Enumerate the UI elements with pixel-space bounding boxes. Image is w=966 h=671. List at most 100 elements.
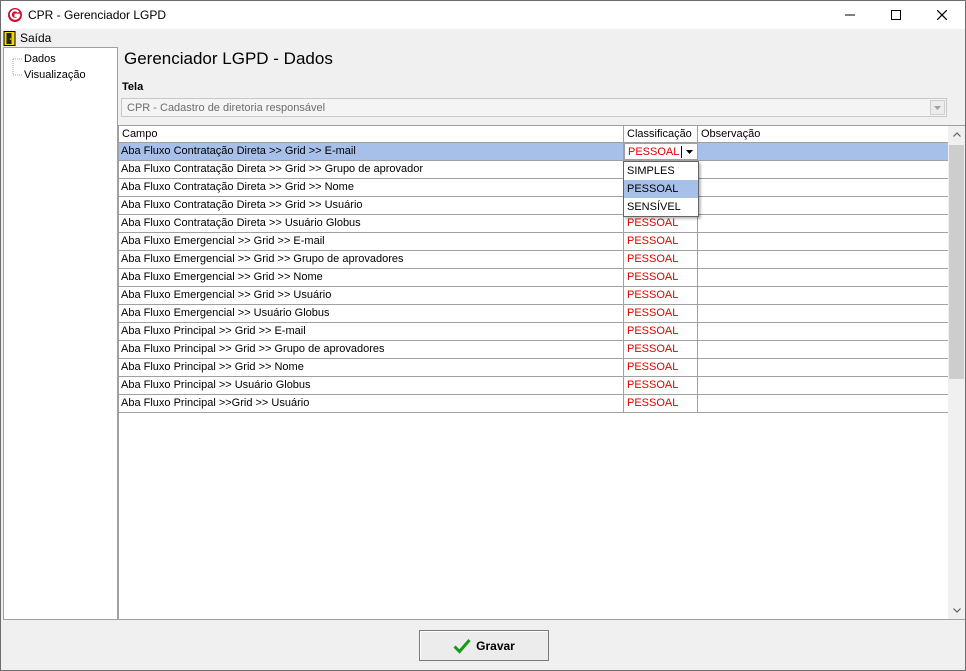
tela-select-dropdown-button[interactable] [930, 100, 945, 115]
chevron-down-icon [686, 149, 693, 154]
window-title: CPR - Gerenciador LGPD [28, 8, 167, 22]
classificacao-cell[interactable]: PESSOAL [624, 341, 698, 358]
dropdown-option-sensivel[interactable]: SENSÍVEL [624, 198, 698, 216]
dropdown-option-pessoal[interactable]: PESSOAL [624, 180, 698, 198]
observacao-cell[interactable] [698, 197, 948, 214]
classificacao-cell[interactable]: PESSOAL [624, 287, 698, 304]
scroll-down-button[interactable] [948, 602, 965, 619]
app-logo-icon [8, 8, 22, 22]
page-title: Gerenciador LGPD - Dados [124, 49, 333, 68]
campo-cell[interactable]: Aba Fluxo Emergencial >> Grid >> Nome [119, 269, 624, 286]
classificacao-cell[interactable]: PESSOAL [624, 251, 698, 268]
campo-cell[interactable]: Aba Fluxo Contratação Direta >> Grid >> … [119, 179, 624, 196]
campo-cell[interactable]: Aba Fluxo Principal >> Usuário Globus [119, 377, 624, 394]
campo-cell[interactable]: Aba Fluxo Principal >> Grid >> Nome [119, 359, 624, 376]
observacao-cell[interactable] [698, 287, 948, 304]
fields-grid: Campo Classificação Observação Aba Fluxo… [118, 125, 965, 620]
classification-editor-value: PESSOAL [628, 146, 680, 158]
campo-cell[interactable]: Aba Fluxo Principal >> Grid >> Grupo de … [119, 341, 624, 358]
door-exit-icon [3, 30, 16, 46]
save-button[interactable]: Gravar [419, 630, 549, 661]
observacao-cell[interactable] [698, 161, 948, 178]
grid-header: Campo Classificação Observação [119, 126, 948, 143]
observacao-cell[interactable] [698, 251, 948, 268]
observacao-cell[interactable] [698, 305, 948, 322]
campo-cell[interactable]: Aba Fluxo Contratação Direta >> Usuário … [119, 215, 624, 232]
observacao-cell[interactable] [698, 323, 948, 340]
close-button[interactable] [919, 1, 965, 29]
classification-cell-editor[interactable]: PESSOAL [624, 143, 698, 160]
column-header-classificacao[interactable]: Classificação [624, 126, 698, 143]
campo-cell[interactable]: Aba Fluxo Contratação Direta >> Grid >> … [119, 197, 624, 214]
observacao-cell[interactable] [698, 233, 948, 250]
table-row[interactable]: Aba Fluxo Emergencial >> Grid >> Nome PES… [119, 269, 948, 287]
observacao-cell[interactable] [698, 377, 948, 394]
tela-select[interactable]: CPR - Cadastro de diretoria responsável [121, 98, 947, 117]
table-row[interactable]: Aba Fluxo Principal >> Grid >> E-mail PES… [119, 323, 948, 341]
dropdown-option-simples[interactable]: SIMPLES [624, 162, 698, 180]
classificacao-cell[interactable]: PESSOAL [624, 377, 698, 394]
maximize-button[interactable] [873, 1, 919, 29]
table-row[interactable]: Aba Fluxo Emergencial >> Grid >> Usuário… [119, 287, 948, 305]
classificacao-cell[interactable]: PESSOAL [624, 395, 698, 412]
campo-cell[interactable]: Aba Fluxo Contratação Direta >> Grid >> … [119, 161, 624, 178]
classificacao-cell[interactable]: PESSOAL [624, 269, 698, 286]
chevron-down-icon [934, 105, 941, 110]
title-bar[interactable]: CPR - Gerenciador LGPD [1, 1, 965, 29]
table-row[interactable]: Aba Fluxo Contratação Direta >> Grid >> … [119, 161, 948, 179]
campo-cell[interactable]: Aba Fluxo Principal >>Grid >> Usuário [119, 395, 624, 412]
table-row[interactable]: Aba Fluxo Principal >>Grid >> Usuário PES… [119, 395, 948, 413]
table-row[interactable]: Aba Fluxo Contratação Direta >> Grid >> … [119, 197, 948, 215]
classificacao-cell[interactable]: PESSOAL [624, 305, 698, 322]
observacao-cell[interactable] [698, 143, 948, 160]
navigation-tree: Dados Visualização [3, 47, 118, 620]
chevron-up-icon [952, 132, 961, 137]
campo-cell[interactable]: Aba Fluxo Emergencial >> Grid >> E-mail [119, 233, 624, 250]
observacao-cell[interactable] [698, 215, 948, 232]
save-button-label: Gravar [476, 638, 515, 653]
table-row[interactable]: Aba Fluxo Emergencial >> Usuário Globus P… [119, 305, 948, 323]
tree-item-visualizacao[interactable]: Visualização [4, 67, 86, 83]
observacao-cell[interactable] [698, 359, 948, 376]
tree-connector-icon [12, 58, 22, 67]
classificacao-cell[interactable]: PESSOAL [624, 323, 698, 340]
table-row[interactable]: Aba Fluxo Emergencial >> Grid >> Grupo d… [119, 251, 948, 269]
table-row[interactable]: Aba Fluxo Principal >> Grid >> Grupo de … [119, 341, 948, 359]
classification-dropdown-list: SIMPLES PESSOAL SENSÍVEL [623, 161, 699, 217]
exit-menu-label: Saída [20, 31, 52, 45]
scroll-thumb[interactable] [949, 145, 964, 379]
column-header-campo[interactable]: Campo [119, 126, 624, 143]
minimize-icon [845, 14, 855, 16]
observacao-cell[interactable] [698, 269, 948, 286]
tree-item-dados[interactable]: Dados [4, 51, 56, 67]
minimize-button[interactable] [827, 1, 873, 29]
classificacao-cell[interactable]: PESSOAL [624, 233, 698, 250]
grid-vertical-scrollbar[interactable] [948, 126, 965, 619]
exit-menu-item[interactable]: Saída [3, 30, 51, 46]
table-row[interactable]: Aba Fluxo Contratação Direta >> Grid >> … [119, 179, 948, 197]
table-row[interactable]: Aba Fluxo Principal >> Grid >> Nome PESSO… [119, 359, 948, 377]
classification-dropdown-button[interactable] [683, 145, 696, 158]
tela-label: Tela [122, 81, 144, 93]
campo-cell[interactable]: Aba Fluxo Emergencial >> Grid >> Usuário [119, 287, 624, 304]
table-row[interactable]: Aba Fluxo Contratação Direta >> Usuário … [119, 215, 948, 233]
tela-select-value: CPR - Cadastro de diretoria responsável [127, 102, 326, 114]
scroll-up-button[interactable] [948, 126, 965, 143]
classificacao-cell[interactable]: PESSOAL [624, 359, 698, 376]
table-row[interactable]: Aba Fluxo Contratação Direta >> Grid >> … [119, 143, 948, 161]
chevron-down-icon [952, 608, 961, 613]
column-header-observacao[interactable]: Observação [698, 126, 948, 143]
observacao-cell[interactable] [698, 179, 948, 196]
classificacao-cell[interactable]: PESSOAL [624, 215, 698, 232]
table-row[interactable]: Aba Fluxo Principal >> Usuário Globus PES… [119, 377, 948, 395]
campo-cell[interactable]: Aba Fluxo Contratação Direta >> Grid >> … [119, 143, 624, 160]
main-window: CPR - Gerenciador LGPD Saída Dados Visua… [0, 0, 966, 671]
campo-cell[interactable]: Aba Fluxo Emergencial >> Grid >> Grupo d… [119, 251, 624, 268]
maximize-icon [891, 10, 901, 20]
table-row[interactable]: Aba Fluxo Emergencial >> Grid >> E-mail P… [119, 233, 948, 251]
campo-cell[interactable]: Aba Fluxo Principal >> Grid >> E-mail [119, 323, 624, 340]
observacao-cell[interactable] [698, 395, 948, 412]
campo-cell[interactable]: Aba Fluxo Emergencial >> Usuário Globus [119, 305, 624, 322]
observacao-cell[interactable] [698, 341, 948, 358]
tree-item-label: Dados [24, 53, 56, 65]
